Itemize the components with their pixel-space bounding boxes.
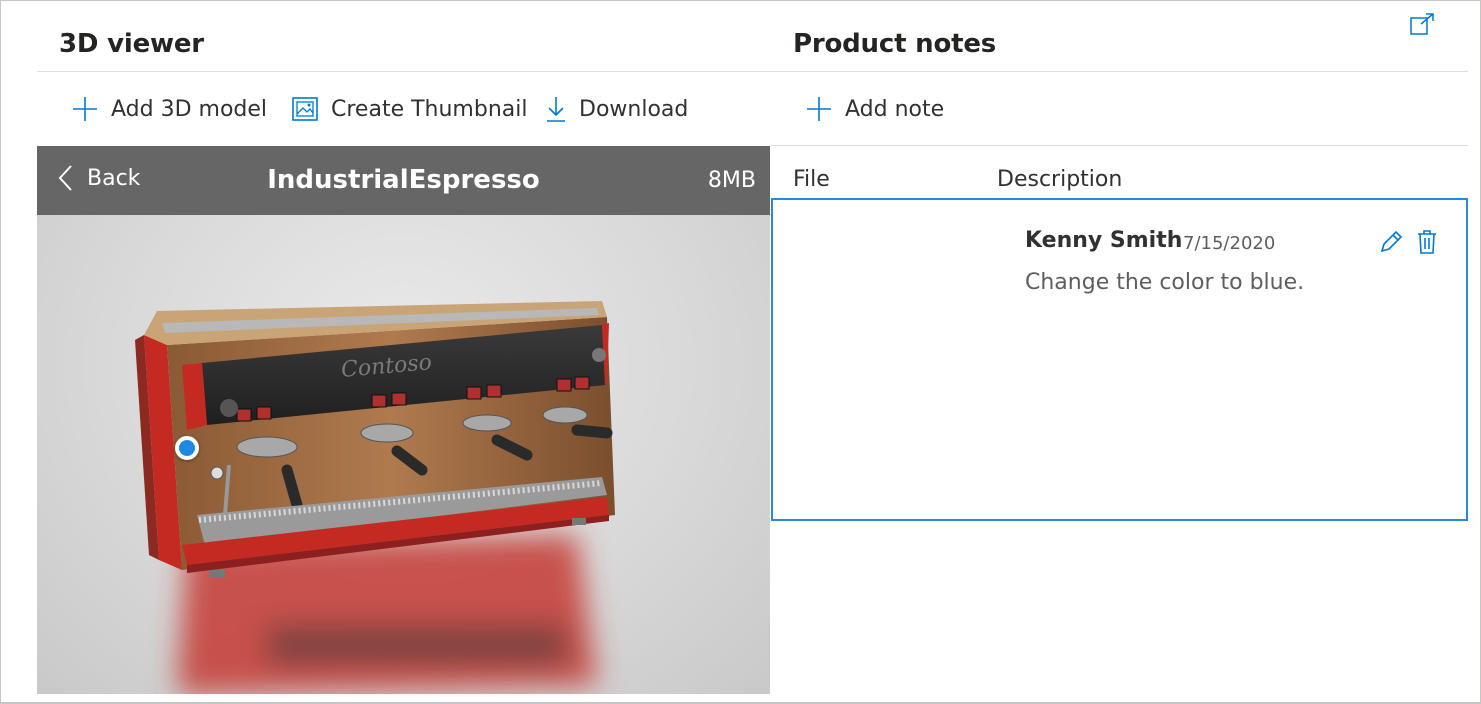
viewer-title: 3D viewer <box>59 29 204 59</box>
plus-icon <box>73 97 97 121</box>
add-3d-model-label: Add 3D model <box>111 96 268 122</box>
notes-divider <box>770 145 1468 146</box>
note-row[interactable]: Kenny Smith 7/15/2020 Change the color t… <box>771 198 1468 521</box>
image-icon <box>292 97 318 121</box>
app-frame: 3D viewer Product notes Add 3D model Cre… <box>0 0 1481 704</box>
pencil-icon <box>1380 230 1403 253</box>
note-text: Change the color to blue. <box>1025 270 1305 295</box>
add-note-label: Add note <box>845 96 945 122</box>
add-note-button[interactable]: Add note <box>805 91 944 127</box>
expand-icon[interactable] <box>1409 12 1435 36</box>
espresso-machine-model: Contoso <box>135 301 615 694</box>
create-thumbnail-button[interactable]: Create Thumbnail <box>291 91 527 127</box>
viewer-header-bar: Back IndustrialEspresso 8MB <box>37 146 770 215</box>
create-thumbnail-label: Create Thumbnail <box>331 96 528 122</box>
column-header-file: File <box>793 167 830 192</box>
model-viewer[interactable]: Back IndustrialEspresso 8MB Contoso <box>37 146 770 694</box>
download-button[interactable]: Download <box>545 91 688 127</box>
annotation-hotspot[interactable] <box>175 436 199 460</box>
plus-icon <box>807 97 831 121</box>
add-3d-model-button[interactable]: Add 3D model <box>71 91 267 127</box>
header-divider <box>37 71 1468 72</box>
note-date: 7/15/2020 <box>1183 233 1276 254</box>
edit-note-button[interactable] <box>1377 228 1405 256</box>
download-icon <box>547 97 565 122</box>
trash-icon <box>1418 230 1436 254</box>
model-name: IndustrialEspresso <box>267 165 540 195</box>
model-size: 8MB <box>707 168 756 193</box>
download-label: Download <box>579 96 689 122</box>
column-header-description: Description <box>997 167 1123 192</box>
note-author: Kenny Smith <box>1025 228 1183 253</box>
notes-title: Product notes <box>793 29 997 59</box>
model-render[interactable]: Contoso <box>37 215 770 694</box>
delete-note-button[interactable] <box>1413 228 1441 256</box>
